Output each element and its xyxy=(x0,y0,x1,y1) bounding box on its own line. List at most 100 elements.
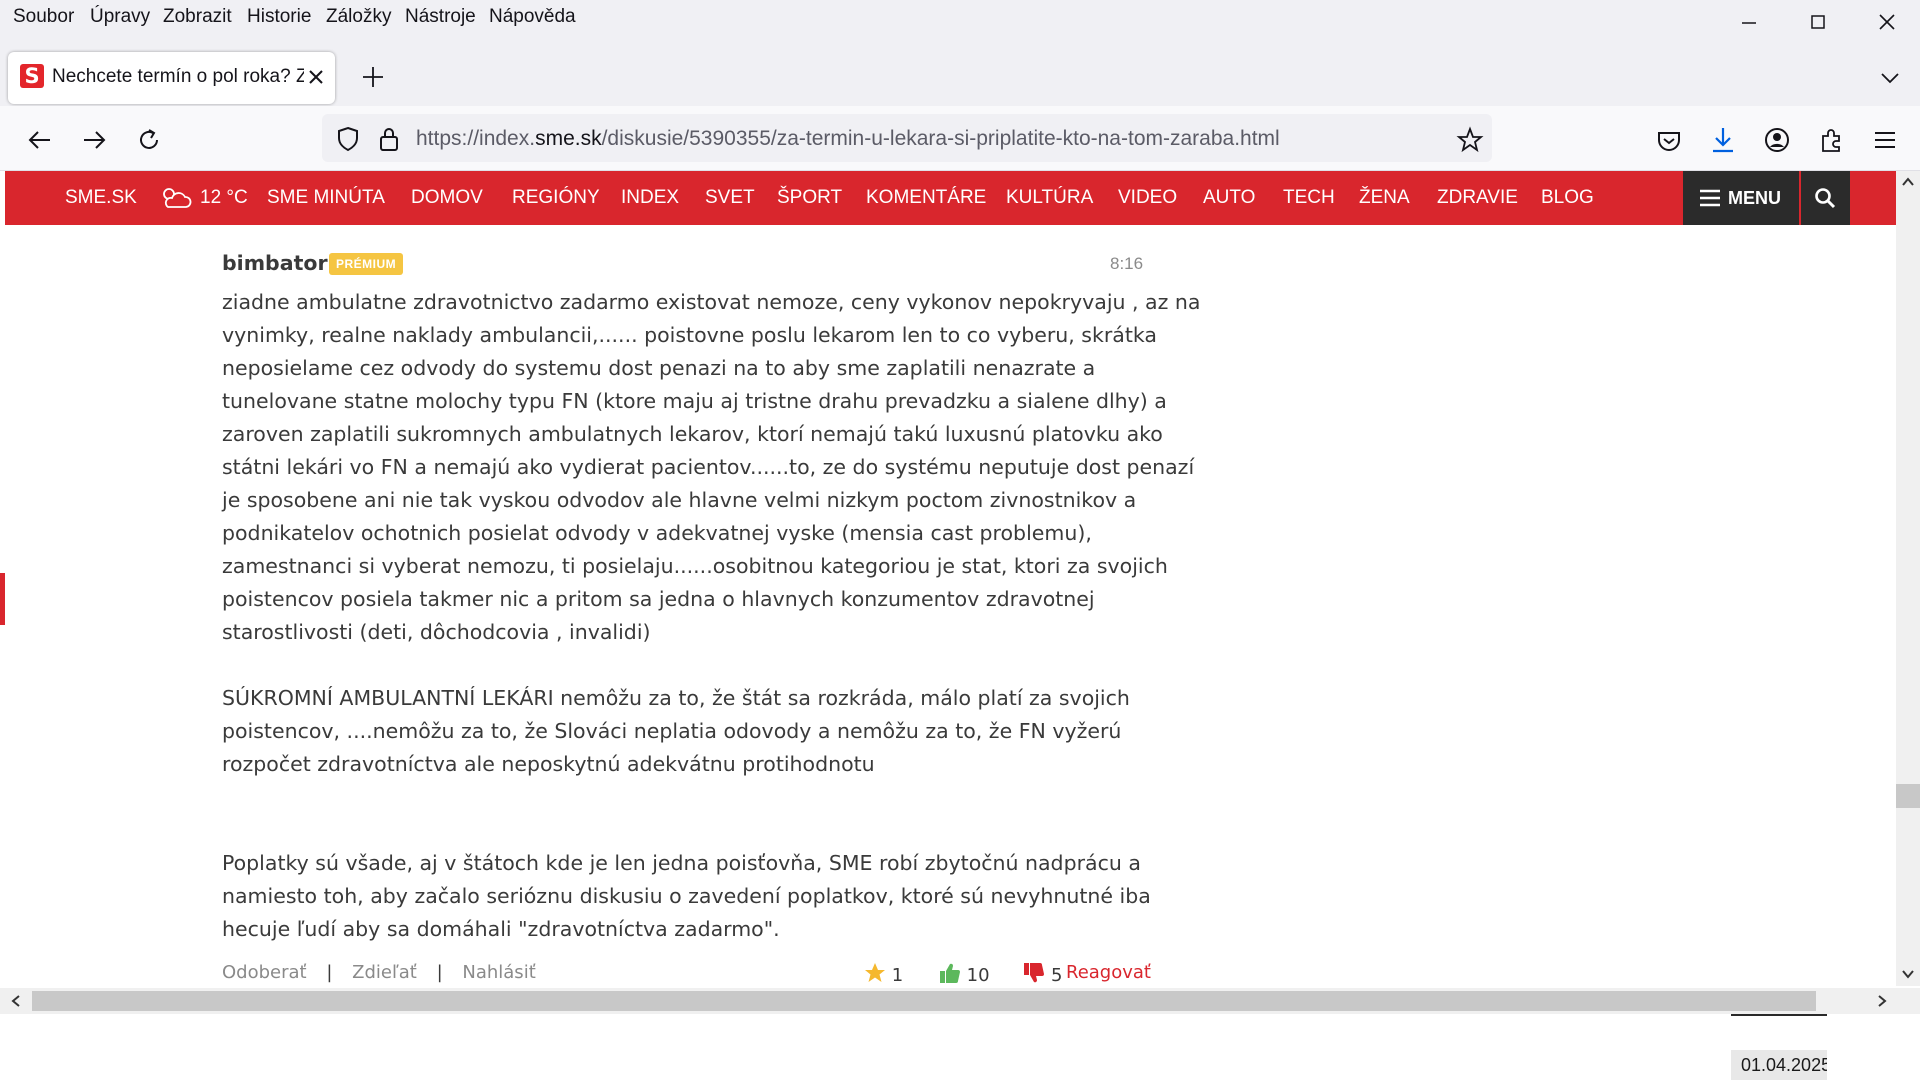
taskbar-line xyxy=(1731,1014,1827,1016)
url-prefix: https://index. xyxy=(416,127,536,150)
vertical-scrollbar[interactable] xyxy=(1896,171,1920,986)
menu-zobrazit[interactable]: Zobrazit xyxy=(163,6,232,28)
share-link[interactable]: Zdieľať xyxy=(352,962,417,983)
nav-video[interactable]: VIDEO xyxy=(1118,187,1177,209)
scroll-down-icon[interactable] xyxy=(1901,969,1915,981)
sme-favicon-icon: S xyxy=(20,64,44,88)
comment-line: poistencov posiela takmer nic a pritom s… xyxy=(222,587,1095,611)
horizontal-scroll-thumb[interactable] xyxy=(32,991,1816,1011)
plus-icon xyxy=(363,67,383,87)
reload-button[interactable] xyxy=(135,126,163,154)
thumbs-up-icon[interactable] xyxy=(939,962,961,984)
thumbs-down-icon[interactable] xyxy=(1023,962,1045,984)
pocket-button[interactable] xyxy=(1656,128,1682,154)
unsubscribe-link[interactable]: Odoberať xyxy=(222,962,307,983)
arrow-right-icon xyxy=(84,131,106,149)
like-count: 10 xyxy=(966,965,990,986)
nav-sme-sk[interactable]: SME.SK xyxy=(65,187,137,209)
nav-sme-minuta[interactable]: SME MINÚTA xyxy=(267,187,385,209)
comment-author[interactable]: bimbator xyxy=(222,251,328,275)
weather-cloud-icon xyxy=(160,185,194,211)
extensions-button[interactable] xyxy=(1819,127,1845,153)
taskbar-date: 01.04.2025 xyxy=(1741,1055,1827,1075)
forward-button[interactable] xyxy=(80,126,108,154)
back-button[interactable] xyxy=(26,126,54,154)
lock-icon[interactable] xyxy=(378,126,400,152)
comment-line: poistencov, ....nemôžu za to, že Slováci… xyxy=(222,719,1122,743)
nav-komentare[interactable]: KOMENTÁRE xyxy=(866,187,986,209)
url-text[interactable]: https://index.sme.sk/diskusie/5390355/za… xyxy=(416,127,1280,151)
site-menu-button[interactable]: MENU xyxy=(1683,171,1799,225)
app-menu-button[interactable] xyxy=(1872,128,1898,152)
tracking-shield-icon[interactable] xyxy=(336,126,360,152)
menu-napoveda[interactable]: Nápověda xyxy=(489,6,576,28)
nav-sport[interactable]: ŠPORT xyxy=(777,187,842,209)
taskbar-clock[interactable]: 01.04.2025 xyxy=(1731,1050,1827,1080)
comment-line: tunelovane statne molochy typu FN (ktore… xyxy=(222,389,1167,413)
nav-blog[interactable]: BLOG xyxy=(1541,187,1594,209)
comment-line: ziadne ambulatne zdravotnictvo zadarmo e… xyxy=(222,290,1201,314)
close-icon xyxy=(1879,14,1895,30)
comment-time: 8:16 xyxy=(1110,254,1144,273)
scroll-up-icon[interactable] xyxy=(1901,175,1915,187)
nav-zdravie[interactable]: ZDRAVIE xyxy=(1437,187,1518,209)
comment-line: zamestnanci si vyberat nemozu, ti posiel… xyxy=(222,554,1168,578)
pocket-icon xyxy=(1658,132,1680,151)
separator: | xyxy=(326,962,333,983)
close-tab-button[interactable] xyxy=(305,66,327,88)
nav-domov[interactable]: DOMOV xyxy=(411,187,483,209)
menu-upravy[interactable]: Úpravy xyxy=(90,6,150,28)
comment-body: ziadne ambulatne zdravotnictvo zadarmo e… xyxy=(0,286,1200,946)
arrow-left-icon xyxy=(28,131,50,149)
separator: | xyxy=(436,962,443,983)
maximize-icon xyxy=(1811,15,1825,29)
nav-kultura[interactable]: KULTÚRA xyxy=(1006,187,1093,209)
comment-line: státni lekári vo FN a nemajú ako vydiera… xyxy=(222,455,1195,479)
comment-line: rozpočet zdravotníctva ale neposkytnú ad… xyxy=(222,752,875,776)
scroll-right-icon[interactable] xyxy=(1876,994,1888,1008)
vertical-scroll-thumb[interactable] xyxy=(1896,784,1920,808)
comment-line: starostlivosti (deti, dôchodcovia , inva… xyxy=(222,620,651,644)
dislike-count: 5 xyxy=(1051,965,1063,986)
bookmark-star-button[interactable] xyxy=(1456,126,1484,154)
menu-soubor[interactable]: Soubor xyxy=(13,6,74,28)
star-icon[interactable] xyxy=(864,962,886,984)
nav-auto[interactable]: AUTO xyxy=(1203,187,1255,209)
comment-line: neposielame cez odvody do systemu dost p… xyxy=(222,356,1096,380)
menu-zalozky[interactable]: Záložky xyxy=(326,6,391,28)
premium-badge: PRÉMIUM xyxy=(329,253,404,275)
comment-line: hecuje ľudí aby sa domáhali "zdravotníct… xyxy=(222,917,780,941)
site-navigation: SME.SK 12 °C SME MINÚTA DOMOV REGIÓNY IN… xyxy=(5,171,1896,225)
nav-svet[interactable]: SVET xyxy=(705,187,755,209)
nav-weather[interactable]: 12 °C xyxy=(200,187,248,209)
menu-nastroje[interactable]: Nástroje xyxy=(405,6,476,28)
list-tabs-button[interactable] xyxy=(1878,66,1902,90)
url-host: sme.sk xyxy=(535,127,602,150)
comment-line: je sposobene ani nie tak vyskou odvodov … xyxy=(222,488,1137,512)
url-path: /diskusie/5390355/za-termin-u-lekara-si-… xyxy=(601,127,1280,150)
new-tab-button[interactable] xyxy=(360,64,386,90)
nav-tech[interactable]: TECH xyxy=(1283,187,1335,209)
download-icon xyxy=(1713,128,1733,153)
star-count: 1 xyxy=(891,965,904,986)
comment-line: zaroven zaplatili sukromnych ambulatnych… xyxy=(222,422,1163,446)
reply-link[interactable]: Reagovať xyxy=(1066,962,1151,983)
account-button[interactable] xyxy=(1764,127,1790,153)
comment-line: namiesto toh, aby začalo serióznu diskus… xyxy=(222,884,1151,908)
site-search-button[interactable] xyxy=(1801,171,1850,225)
reload-icon xyxy=(140,129,158,149)
scroll-left-icon[interactable] xyxy=(10,994,22,1008)
downloads-button[interactable] xyxy=(1710,126,1736,154)
comment-line: SÚKROMNÍ AMBULANTNÍ LEKÁRI nemôžu za to,… xyxy=(222,686,1130,710)
report-link[interactable]: Nahlásiť xyxy=(462,962,535,983)
menu-historie[interactable]: Historie xyxy=(247,6,311,28)
menu-bar: Soubor Úpravy Zobrazit Historie Záložky … xyxy=(0,0,1920,38)
horizontal-scrollbar[interactable] xyxy=(0,988,1920,1014)
nav-index[interactable]: INDEX xyxy=(621,187,679,209)
nav-zena[interactable]: ŽENA xyxy=(1359,187,1410,209)
comment-line: Poplatky sú všade, aj v štátoch kde je l… xyxy=(222,851,1141,875)
chevron-down-icon xyxy=(1881,73,1899,84)
nav-regiony[interactable]: REGIÓNY xyxy=(512,187,600,209)
menu-label: MENU xyxy=(1728,188,1781,208)
close-tab-icon xyxy=(309,70,323,84)
